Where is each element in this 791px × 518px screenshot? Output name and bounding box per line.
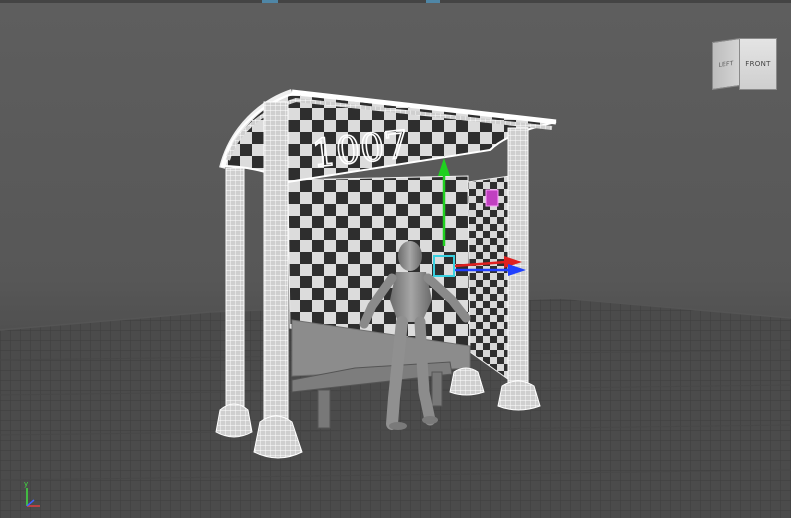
view-cube[interactable]: LEFT FRONT [712, 38, 777, 90]
axis-y-label: y [24, 480, 28, 488]
view-cube-front-label: FRONT [745, 60, 771, 68]
view-cube-front-face[interactable]: FRONT [739, 38, 777, 90]
roof-decal: 1007 [310, 122, 411, 176]
selected-object-marker[interactable] [485, 189, 499, 207]
scene-canvas[interactable]: 1007 y [0, 0, 791, 518]
view-cube-left-label: LEFT [718, 59, 734, 69]
right-side-panel[interactable] [467, 175, 513, 383]
view-cube-left-face[interactable]: LEFT [712, 38, 740, 90]
gizmo-y-arrow [438, 158, 450, 176]
3d-viewport[interactable]: 1007 y LEFT FRONT [0, 0, 791, 518]
